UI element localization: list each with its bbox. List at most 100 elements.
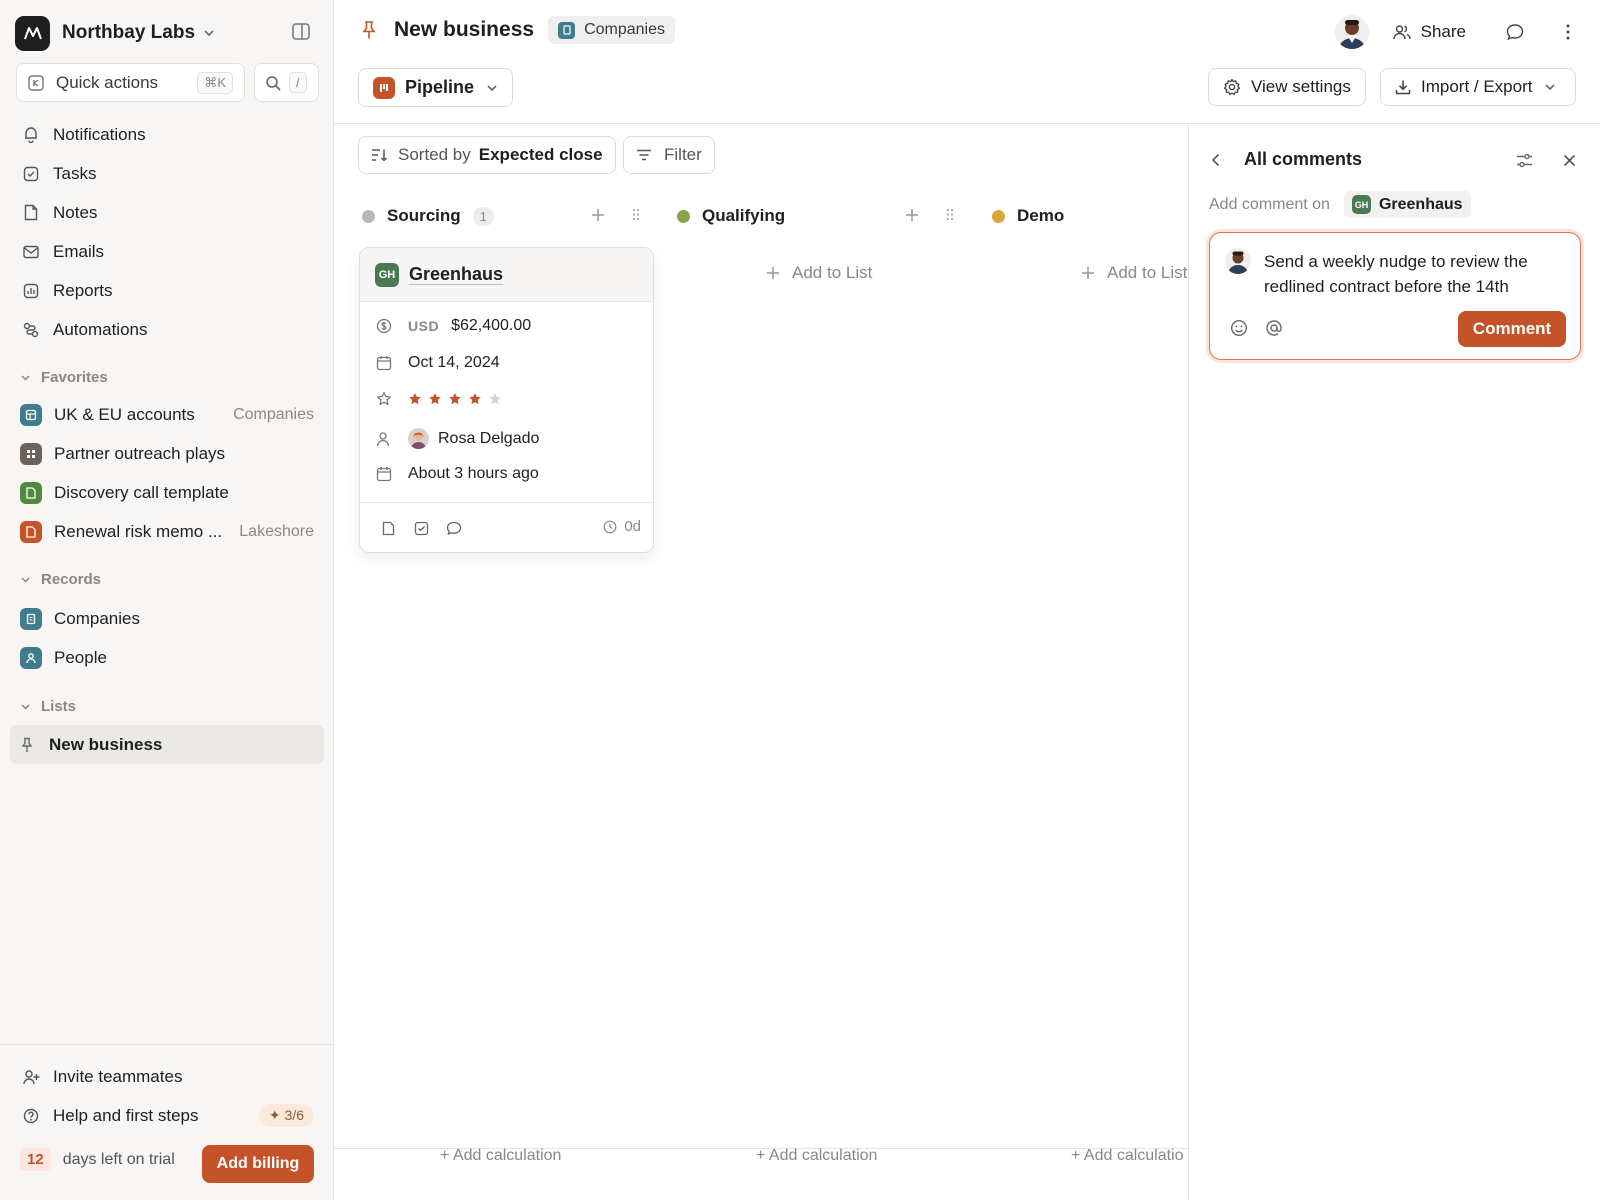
owner-avatar — [408, 428, 429, 449]
currency-code: USD — [408, 318, 440, 334]
back-chevron-icon[interactable] — [1211, 153, 1221, 167]
page-header: New business Companies Share Pipeline Vi… — [334, 0, 1600, 124]
workspace-switcher[interactable]: Northbay Labs — [15, 15, 215, 51]
help-progress: 3/6 — [284, 1107, 304, 1123]
plus-icon — [1082, 267, 1094, 279]
nav-notes[interactable]: Notes — [14, 193, 324, 232]
nav-label: Automations — [53, 319, 148, 339]
filter-button[interactable]: Filter — [623, 136, 715, 174]
user-plus-icon — [22, 1069, 40, 1085]
comment-submit-button[interactable]: Comment — [1458, 311, 1566, 347]
building-icon — [558, 21, 576, 39]
list-item-new-business[interactable]: New business — [10, 725, 324, 764]
records-list: Companies People — [14, 599, 324, 677]
add-to-list-button[interactable]: Add to List — [1081, 263, 1188, 283]
card-footer: 0d — [360, 502, 653, 552]
quick-actions-button[interactable]: Quick actions ⌘K — [16, 63, 245, 102]
column-name: Demo — [1017, 206, 1065, 225]
comment-target: Add comment on GH Greenhaus — [1209, 191, 1471, 218]
header-actions: Share — [1334, 15, 1570, 49]
card-updated-row: About 3 hours ago — [376, 465, 539, 483]
nav-tasks[interactable]: Tasks — [14, 154, 324, 193]
chart-icon — [22, 283, 40, 299]
comment-icon[interactable] — [446, 521, 462, 536]
sort-button[interactable]: Sorted by Expected close — [358, 136, 616, 174]
favorite-label: UK & EU accounts — [54, 404, 195, 424]
lists-header[interactable]: Lists — [20, 698, 76, 715]
favorite-item[interactable]: Discovery call template — [14, 473, 324, 512]
view-settings-button[interactable]: View settings — [1208, 68, 1366, 106]
card-title[interactable]: Greenhaus — [409, 264, 503, 285]
more-vertical-icon[interactable] — [1566, 24, 1570, 40]
comment-icon[interactable] — [1506, 23, 1524, 41]
sidebar-toggle-icon[interactable] — [292, 23, 310, 40]
nav-automations[interactable]: Automations — [14, 310, 324, 349]
add-calculation-button[interactable]: + Add calculation — [756, 1147, 877, 1165]
favorite-item[interactable]: Partner outreach plays — [14, 434, 324, 473]
users-icon — [1392, 25, 1411, 40]
target-chip[interactable]: GH Greenhaus — [1343, 191, 1471, 218]
add-calculation-button[interactable]: + Add calculation — [440, 1147, 561, 1165]
plus-icon[interactable] — [905, 208, 919, 222]
lists-list: New business — [10, 725, 324, 764]
add-to-list-button[interactable]: Add to List — [766, 263, 872, 283]
pin-icon[interactable] — [362, 20, 376, 40]
star-empty-icon[interactable] — [488, 392, 502, 406]
star-filled-icon[interactable] — [428, 392, 442, 406]
checkbox-icon — [22, 166, 40, 182]
share-button[interactable]: Share — [1392, 22, 1466, 42]
mention-icon[interactable] — [1265, 319, 1283, 337]
star-filled-icon[interactable] — [468, 392, 482, 406]
star-filled-icon[interactable] — [448, 392, 462, 406]
chevron-down-icon — [21, 577, 30, 583]
sort-icon — [372, 149, 388, 162]
task-icon[interactable] — [414, 521, 429, 536]
favorite-item[interactable]: Renewal risk memo ... Lakeshore — [14, 512, 324, 551]
column-name: Qualifying — [702, 206, 786, 225]
record-item-companies[interactable]: Companies — [14, 599, 324, 638]
nav-notifications[interactable]: Notifications — [14, 115, 324, 154]
nav-label: Notes — [53, 202, 98, 222]
invite-teammates-button[interactable]: Invite teammates — [14, 1057, 324, 1096]
favorite-label: Partner outreach plays — [54, 443, 226, 463]
star-filled-icon[interactable] — [408, 392, 422, 406]
column-count: 1 — [472, 206, 494, 226]
view-selector[interactable]: Pipeline — [358, 68, 514, 107]
records-header[interactable]: Records — [20, 571, 101, 588]
object-chip-label: Companies — [584, 21, 665, 38]
nav-emails[interactable]: Emails — [14, 232, 324, 271]
drag-handle-icon[interactable] — [632, 208, 640, 221]
nav-reports[interactable]: Reports — [14, 271, 324, 310]
object-chip[interactable]: Companies — [548, 16, 675, 44]
favorites-title: Favorites — [41, 369, 108, 386]
favorite-label: Discovery call template — [54, 482, 229, 502]
sort-prefix: Sorted by — [398, 145, 471, 164]
record-item-people[interactable]: People — [14, 638, 324, 677]
favorite-item[interactable]: UK & EU accounts Companies — [14, 395, 324, 434]
main-nav: Notifications Tasks Notes Emails Reports… — [14, 115, 324, 349]
sliders-icon[interactable] — [1516, 153, 1533, 168]
user-avatar[interactable] — [1334, 15, 1369, 49]
company-logo: GH — [1351, 195, 1371, 214]
panel-title: All comments — [1244, 149, 1363, 169]
close-icon[interactable] — [1563, 154, 1576, 167]
person-icon — [20, 646, 42, 669]
favorites-header[interactable]: Favorites — [20, 369, 108, 386]
record-label: People — [54, 647, 107, 667]
drag-handle-icon[interactable] — [946, 208, 954, 221]
help-button[interactable]: Help and first steps ✦ 3/6 — [14, 1096, 324, 1135]
rating-stars[interactable] — [408, 392, 508, 406]
star-outline-icon — [376, 391, 394, 407]
add-calculation-button[interactable]: + Add calculatio — [1071, 1147, 1188, 1165]
search-button[interactable]: / — [254, 63, 319, 102]
document-icon — [20, 520, 42, 543]
note-icon[interactable] — [382, 521, 395, 536]
comment-input[interactable]: Send a weekly nudge to review the redlin… — [1264, 249, 1564, 299]
import-export-button[interactable]: Import / Export — [1380, 68, 1576, 106]
comment-composer[interactable]: Send a weekly nudge to review the redlin… — [1209, 232, 1581, 360]
add-billing-button[interactable]: Add billing — [202, 1145, 314, 1183]
plus-icon[interactable] — [591, 208, 605, 222]
deal-card[interactable]: GH Greenhaus USD $62,400.00 Oct 14, 2024… — [359, 247, 654, 553]
stage-dot — [992, 209, 1005, 223]
emoji-icon[interactable] — [1230, 319, 1248, 337]
